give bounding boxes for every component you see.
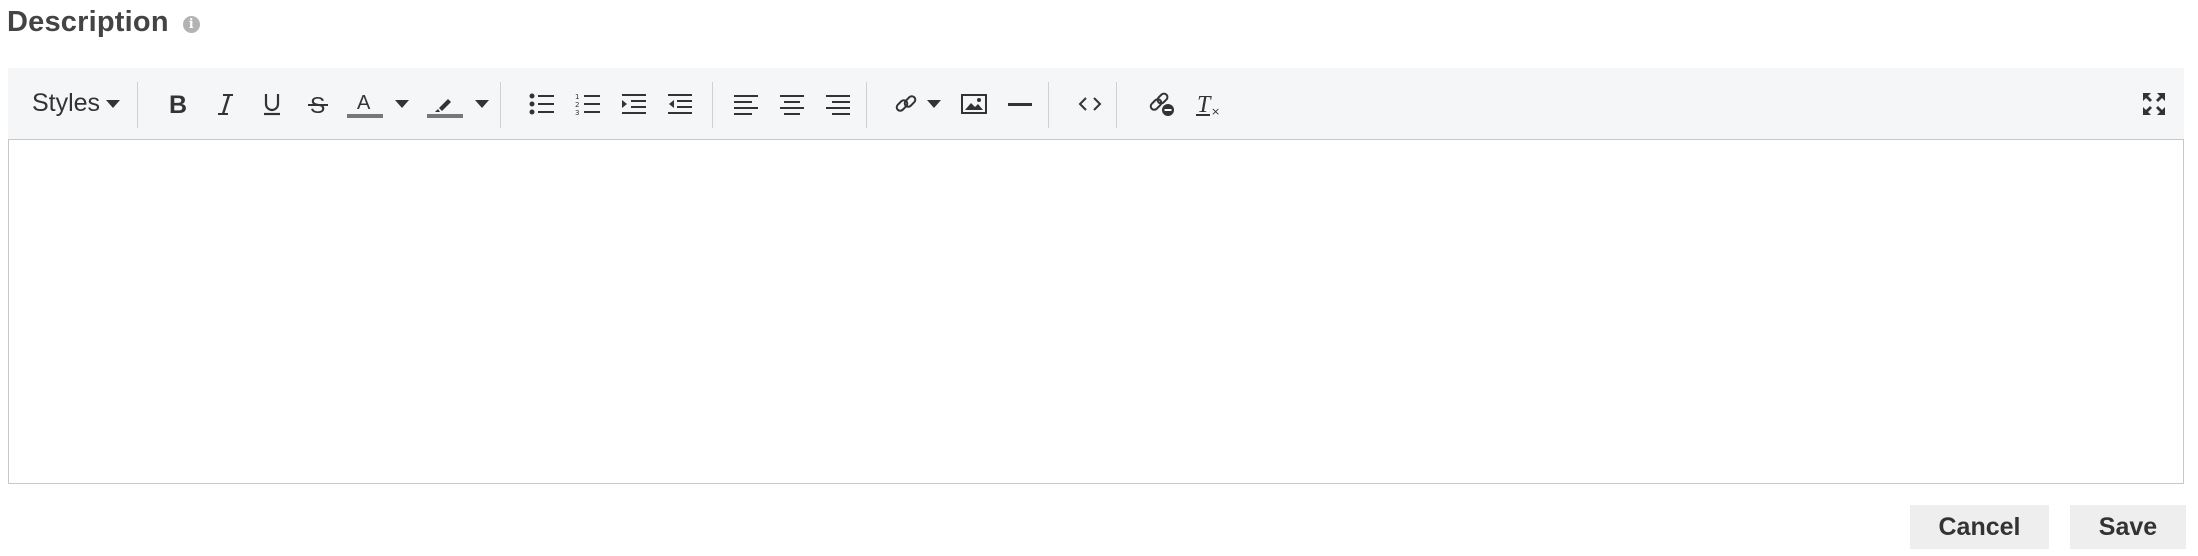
image-button[interactable] <box>952 68 996 139</box>
styles-label: Styles <box>31 89 101 117</box>
underline-icon <box>264 93 280 115</box>
field-label: Description <box>7 5 169 38</box>
align-right-button[interactable] <box>816 68 860 139</box>
align-center-icon <box>780 94 804 115</box>
highlight-button[interactable] <box>420 68 496 139</box>
indent-icon <box>622 93 646 114</box>
strikethrough-icon: S <box>308 92 328 117</box>
horizontal-rule-button[interactable] <box>998 68 1042 139</box>
source-code-button[interactable] <box>1068 68 1112 139</box>
align-left-icon <box>734 94 758 115</box>
text-color-button[interactable]: A <box>340 68 416 139</box>
numbered-list-icon: 123 <box>575 93 600 116</box>
styles-dropdown[interactable]: Styles <box>26 68 126 139</box>
editor-toolbar: Styles B S A 1 2 3 T × <box>8 68 2184 140</box>
svg-text:B: B <box>169 91 187 117</box>
svg-text:×: × <box>1211 105 1220 118</box>
align-right-icon <box>826 94 850 115</box>
chevron-down-icon <box>106 99 121 108</box>
unlink-button[interactable] <box>1140 68 1184 139</box>
italic-button[interactable] <box>204 68 248 139</box>
chevron-down-icon <box>927 99 941 108</box>
bold-button[interactable]: B <box>156 68 200 139</box>
outdent-icon <box>668 93 692 114</box>
fullscreen-icon <box>2143 92 2165 115</box>
bold-icon: B <box>169 91 187 117</box>
code-icon <box>1078 96 1102 111</box>
align-center-button[interactable] <box>770 68 814 139</box>
rich-text-editor: Styles B S A 1 2 3 T × <box>8 68 2184 484</box>
unlink-icon <box>1149 92 1174 116</box>
fullscreen-button[interactable] <box>2132 68 2176 139</box>
chevron-down-icon <box>395 99 409 108</box>
strikethrough-button[interactable]: S <box>296 68 340 139</box>
link-icon <box>895 94 917 112</box>
svg-text:2: 2 <box>575 101 579 109</box>
svg-text:3: 3 <box>575 109 579 116</box>
chevron-down-icon <box>475 99 489 108</box>
svg-text:1: 1 <box>575 93 579 101</box>
info-icon[interactable]: i <box>182 15 200 33</box>
cancel-button[interactable]: Cancel <box>1910 505 2049 549</box>
align-left-button[interactable] <box>724 68 768 139</box>
bulleted-list-button[interactable] <box>520 68 564 139</box>
clear-formatting-icon: T × <box>1196 92 1220 118</box>
svg-text:A: A <box>357 92 371 114</box>
numbered-list-button[interactable]: 123 <box>566 68 610 139</box>
editor-content[interactable] <box>8 139 2184 484</box>
field-header: Description i <box>7 0 200 44</box>
horizontal-rule-icon <box>1008 102 1032 106</box>
link-button[interactable] <box>884 68 950 139</box>
bulleted-list-icon <box>529 93 554 114</box>
text-color-icon: A <box>347 92 383 118</box>
clear-formatting-button[interactable]: T × <box>1186 68 1230 139</box>
save-button[interactable]: Save <box>2070 505 2186 549</box>
highlight-icon <box>427 98 463 118</box>
italic-icon <box>218 93 233 115</box>
image-icon <box>961 93 987 114</box>
indent-button[interactable] <box>612 68 656 139</box>
underline-button[interactable] <box>250 68 294 139</box>
outdent-button[interactable] <box>658 68 702 139</box>
